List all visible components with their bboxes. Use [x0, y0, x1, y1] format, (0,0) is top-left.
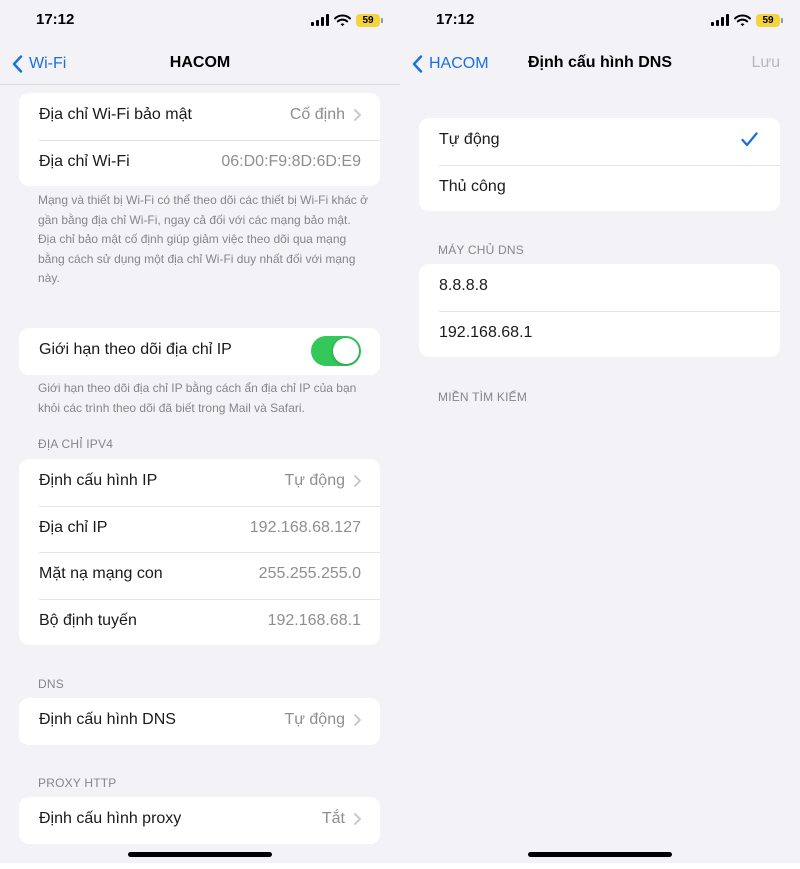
section-header-search-domains: MIỀN TÌM KIẾM [438, 390, 528, 404]
row-value: Tắt [322, 810, 361, 828]
chevron-right-icon [354, 475, 361, 487]
ip-address-row: Địa chỉ IP 192.168.68.127 [19, 505, 380, 553]
row-label: Định cấu hình proxy [39, 810, 182, 827]
row-value: 192.168.68.1 [267, 611, 361, 629]
wifi-icon [334, 14, 351, 26]
mode-automatic-row[interactable]: Tự động [419, 118, 780, 165]
row-value: 255.255.255.0 [258, 565, 361, 582]
row-value: 06:D0:F9:8D:6D:E9 [221, 152, 361, 170]
note-line: Mạng và thiết bị Wi-Fi có thể theo dõi c… [38, 193, 368, 227]
page-title: HACOM [169, 54, 231, 71]
home-indicator[interactable] [528, 852, 672, 857]
nav-bar: HACOM Định cấu hình DNS Lưu [400, 44, 800, 84]
limit-ip-note: Giới hạn theo dõi địa chỉ IP bằng cách ẩ… [38, 381, 357, 415]
bottom-edge [400, 863, 800, 869]
proxy-card: Định cấu hình proxy Tắt [19, 797, 380, 844]
row-value: 192.168.68.127 [249, 518, 361, 536]
battery-level: 59 [762, 14, 774, 26]
value-text: Tắt [321, 810, 345, 827]
value-text: Cố định [289, 106, 345, 123]
row-label: Thủ công [439, 177, 506, 195]
status-bar: 17:12 59 [0, 0, 400, 40]
dns-server-row: 192.168.68.1 [419, 310, 780, 358]
dns-config-screen: 17:12 59 HACOM Định cấu hình DNS Lưu Tự … [400, 0, 800, 869]
dns-server-address: 192.168.68.1 [439, 323, 533, 341]
row-label: Mặt nạ mạng con [39, 565, 163, 582]
back-button[interactable]: HACOM [412, 53, 489, 75]
section-header-ipv4: ĐỊA CHỈ IPV4 [38, 437, 114, 451]
configure-ip-row[interactable]: Định cấu hình IP Tự động [19, 459, 380, 506]
status-time: 17:12 [436, 11, 475, 28]
value-text: Tự động [284, 711, 345, 728]
battery-icon: 59 [756, 13, 783, 27]
row-label: Giới hạn theo dõi địa chỉ IP [39, 341, 232, 358]
value-text: Tự động [284, 472, 345, 489]
signal-icon [311, 14, 329, 26]
home-indicator[interactable] [128, 852, 272, 857]
battery-level: 59 [362, 14, 374, 26]
row-label: Địa chỉ Wi-Fi bảo mật [39, 106, 192, 123]
battery-icon: 59 [356, 13, 383, 27]
row-label: Địa chỉ IP [39, 518, 108, 536]
dns-server-row: 8.8.8.8 [419, 264, 780, 311]
bottom-edge [0, 863, 400, 869]
chevron-right-icon [354, 714, 361, 726]
wifi-icon [734, 14, 751, 26]
chevron-left-icon [412, 55, 423, 73]
status-icons: 59 [311, 12, 383, 28]
private-address-note: Mạng và thiết bị Wi-Fi có thể theo dõi c… [38, 191, 368, 289]
back-label: HACOM [429, 55, 489, 72]
checkmark-icon [741, 132, 758, 147]
dns-servers-card: 8.8.8.8 192.168.68.1 [419, 264, 780, 357]
section-header-proxy: PROXY HTTP [38, 776, 117, 790]
nav-bar: Wi-Fi HACOM [0, 44, 400, 84]
dns-mode-card: Tự động Thủ công [419, 118, 780, 211]
row-label: Địa chỉ Wi-Fi [39, 152, 130, 170]
save-button[interactable]: Lưu [751, 54, 780, 72]
wifi-details-screen: 17:12 59 Wi-Fi HACOM Địa chỉ Wi-Fi bảo m… [0, 0, 400, 869]
section-header-dns-servers: MÁY CHỦ DNS [438, 243, 524, 257]
row-value: Tự động [284, 711, 361, 729]
chevron-right-icon [354, 109, 361, 121]
row-label: Tự động [439, 131, 500, 148]
note-line: Địa chỉ bảo mật cố định giúp giảm việc t… [38, 232, 356, 285]
nav-divider [0, 84, 400, 85]
configure-dns-row[interactable]: Định cấu hình DNS Tự động [19, 698, 380, 745]
status-bar: 17:12 59 [400, 0, 800, 40]
limit-ip-row: Giới hạn theo dõi địa chỉ IP [19, 328, 380, 375]
ipv4-card: Định cấu hình IP Tự động Địa chỉ IP 192.… [19, 459, 380, 645]
chevron-right-icon [354, 813, 361, 825]
dns-server-address: 8.8.8.8 [439, 277, 488, 294]
configure-proxy-row[interactable]: Định cấu hình proxy Tắt [19, 797, 380, 844]
subnet-mask-row: Mặt nạ mạng con 255.255.255.0 [19, 552, 380, 599]
row-label: Định cấu hình DNS [39, 711, 176, 728]
mode-manual-row[interactable]: Thủ công [419, 164, 780, 212]
limit-ip-toggle[interactable] [311, 336, 361, 366]
section-header-dns: DNS [38, 677, 64, 691]
private-wifi-address-row[interactable]: Địa chỉ Wi-Fi bảo mật Cố định [19, 93, 380, 140]
row-value: Tự động [284, 472, 361, 490]
row-label: Bộ định tuyến [39, 611, 137, 629]
limit-ip-card: Giới hạn theo dõi địa chỉ IP [19, 328, 380, 375]
row-label: Định cấu hình IP [39, 472, 158, 489]
wifi-address-row: Địa chỉ Wi-Fi 06:D0:F9:8D:6D:E9 [19, 139, 380, 187]
private-address-card: Địa chỉ Wi-Fi bảo mật Cố định Địa chỉ Wi… [19, 93, 380, 186]
page-title: Định cấu hình DNS [528, 54, 672, 71]
router-row: Bộ định tuyến 192.168.68.1 [19, 598, 380, 646]
status-icons: 59 [711, 12, 783, 28]
dns-card: Định cấu hình DNS Tự động [19, 698, 380, 745]
row-value: Cố định [290, 106, 361, 124]
status-time: 17:12 [36, 11, 75, 28]
signal-icon [711, 14, 729, 26]
